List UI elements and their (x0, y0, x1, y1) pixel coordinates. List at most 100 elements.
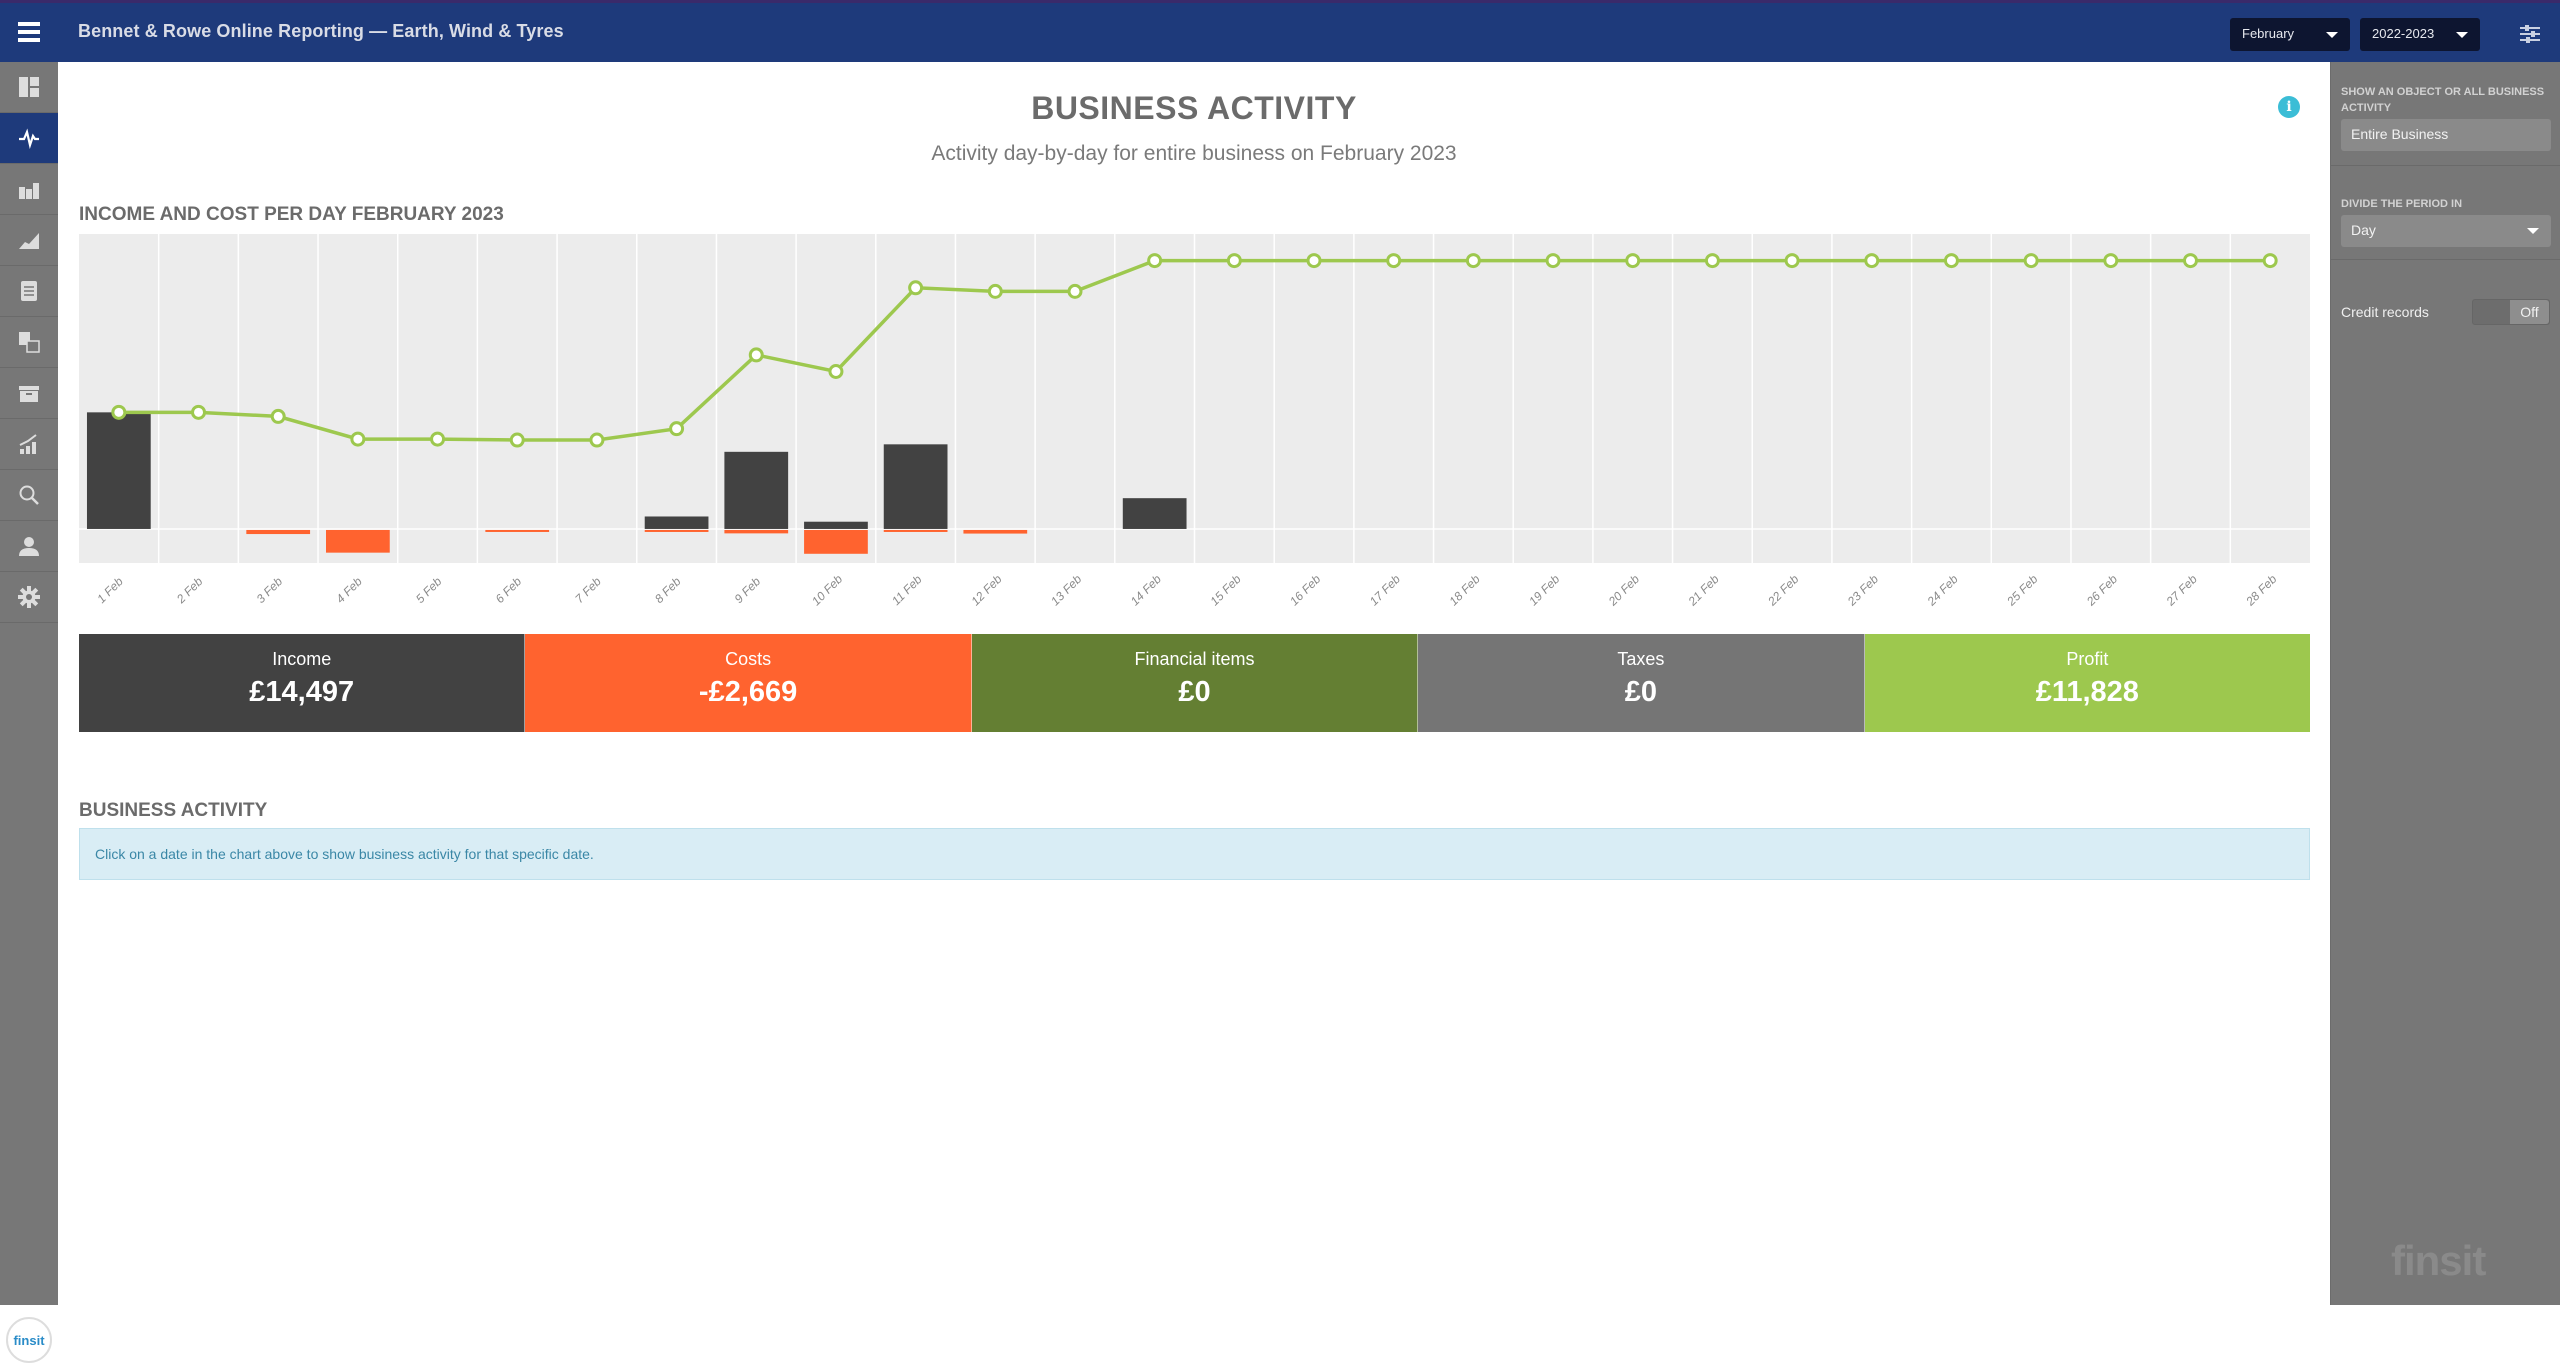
profit-point[interactable] (2182, 253, 2198, 269)
kpi-profit: Profit £11,828 (1864, 634, 2311, 732)
profit-point[interactable] (1864, 253, 1880, 269)
sidebar-item-business-activity[interactable] (0, 113, 58, 164)
cost-bar[interactable] (246, 529, 311, 535)
income-bar[interactable] (724, 451, 789, 529)
sidebar-item-settings[interactable] (0, 572, 58, 623)
object-filter-label: SHOW AN OBJECT OR ALL BUSINESS ACTIVITY (2341, 86, 2545, 114)
kpi-label: Taxes (1617, 649, 1665, 669)
income-bar[interactable] (883, 444, 948, 529)
cost-bar[interactable] (963, 529, 1028, 534)
profit-point[interactable] (2262, 253, 2278, 269)
sidebar-item-document[interactable] (0, 266, 58, 317)
year-select-value: 2022-2023 (2372, 26, 2435, 41)
x-tick-label: 4 Feb (333, 574, 365, 606)
profit-point[interactable] (748, 347, 764, 363)
credit-records-toggle[interactable]: Off (2472, 299, 2550, 325)
info-icon[interactable]: i (2278, 96, 2300, 118)
finsit-logo[interactable]: finsit (6, 1317, 52, 1363)
period-filter-group: DIVIDE THE PERIOD IN Day (2341, 196, 2551, 247)
object-filter-input[interactable]: Entire Business (2341, 119, 2551, 151)
x-tick-label: 5 Feb (413, 574, 445, 606)
income-bar[interactable] (804, 521, 868, 529)
x-tick-label: 13 Feb (1048, 572, 1085, 609)
income-cost-chart[interactable]: 1 Feb 2 Feb 3 Feb 4 Feb 5 Feb 6 Feb 7 Feb 8 Feb… (79, 234, 2310, 674)
sidebar-item-trend[interactable] (0, 419, 58, 470)
document-icon (21, 281, 37, 301)
profit-point[interactable] (828, 363, 844, 379)
sidebar-item-dashboard[interactable] (0, 62, 58, 113)
profit-point[interactable] (1465, 253, 1481, 269)
kpi-value: -£2,669 (698, 676, 798, 708)
profit-point[interactable] (1784, 253, 1800, 269)
profit-point[interactable] (1147, 253, 1163, 269)
profit-point[interactable] (1067, 283, 1083, 299)
profit-point[interactable] (1226, 253, 1242, 269)
x-tick-label: 3 Feb (254, 574, 286, 606)
kpi-financial-items: Financial items £0 (971, 634, 1419, 732)
x-tick-label: 21 Feb (1685, 572, 1722, 609)
chart-title: INCOME AND COST PER DAY FEBRUARY 2023 (79, 204, 504, 225)
cost-bar[interactable] (326, 529, 390, 553)
year-select[interactable]: 2022-2023 (2360, 18, 2480, 51)
sliders-icon[interactable] (2520, 25, 2540, 43)
sidebar-item-growth[interactable] (0, 215, 58, 266)
report-calendar-icon (19, 332, 40, 353)
profit-point[interactable] (2023, 253, 2039, 269)
sidebar-item-reports[interactable] (0, 317, 58, 368)
profit-point[interactable] (430, 431, 446, 447)
x-tick-label: 9 Feb (732, 574, 764, 606)
x-tick-label: 24 Feb (1924, 572, 1961, 609)
credit-records-label: Credit records (2341, 304, 2429, 320)
profit-point[interactable] (1704, 253, 1720, 269)
profit-point[interactable] (1943, 253, 1959, 269)
period-select[interactable]: Day (2341, 215, 2551, 247)
toggle-state: Off (2510, 300, 2549, 324)
sidebar-item-archive[interactable] (0, 368, 58, 419)
profit-point[interactable] (350, 431, 366, 447)
cost-bar[interactable] (883, 529, 948, 532)
period-select-value: Day (2351, 222, 2376, 238)
month-select-value: February (2242, 26, 2295, 41)
profit-point[interactable] (1386, 253, 1402, 269)
x-tick-label: 16 Feb (1287, 572, 1324, 609)
cost-bar[interactable] (485, 529, 550, 532)
x-tick-label: 15 Feb (1207, 572, 1244, 609)
sidebar: finsit (0, 62, 58, 1363)
profit-point[interactable] (1625, 253, 1641, 269)
profit-point[interactable] (1306, 253, 1322, 269)
sidebar-item-search[interactable] (0, 470, 58, 521)
sidebar-item-user[interactable] (0, 521, 58, 572)
sidebar-item-buildings[interactable] (0, 164, 58, 215)
profit-point[interactable] (191, 404, 207, 420)
profit-point[interactable] (111, 404, 127, 420)
search-icon (19, 485, 39, 505)
profit-point[interactable] (1545, 253, 1561, 269)
month-select[interactable]: February (2230, 18, 2350, 51)
x-tick-label: 8 Feb (652, 574, 684, 606)
cost-bar[interactable] (644, 529, 709, 532)
period-filter-label: DIVIDE THE PERIOD IN (2341, 198, 2463, 210)
x-tick-label: 14 Feb (1128, 572, 1165, 609)
profit-point[interactable] (270, 408, 286, 424)
x-tick-label: 27 Feb (2163, 572, 2200, 609)
profit-point[interactable] (509, 432, 525, 448)
menu-icon[interactable] (18, 22, 40, 44)
kpi-row: Income £14,497 Costs -£2,669 Financial i… (79, 634, 2311, 732)
profit-point[interactable] (2103, 253, 2119, 269)
finsit-watermark: finsit (2391, 1237, 2486, 1284)
cost-bar[interactable] (804, 529, 868, 554)
income-bar[interactable] (86, 412, 151, 529)
profit-point[interactable] (908, 280, 924, 296)
profit-point[interactable] (589, 432, 605, 448)
trend-bars-icon (19, 434, 37, 454)
kpi-income: Income £14,497 (79, 634, 526, 732)
kpi-label: Profit (2066, 649, 2109, 669)
cost-bar[interactable] (724, 529, 789, 534)
income-bar[interactable] (644, 516, 709, 529)
profit-point[interactable] (669, 421, 685, 437)
x-tick-label: 20 Feb (1605, 572, 1642, 609)
kpi-value: £11,828 (2035, 676, 2139, 708)
profit-point[interactable] (987, 283, 1003, 299)
area-chart-icon (19, 233, 39, 249)
income-bar[interactable] (1122, 498, 1187, 529)
